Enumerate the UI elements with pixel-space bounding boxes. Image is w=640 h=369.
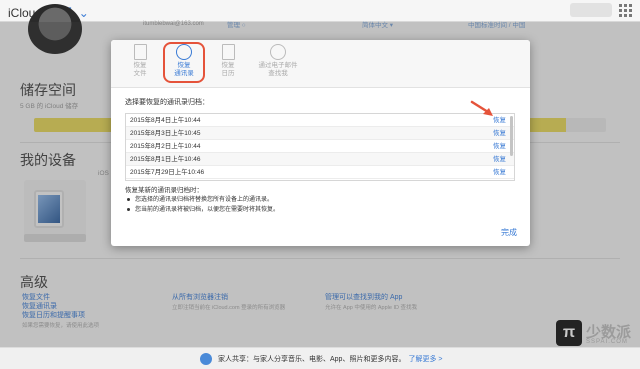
chevron-down-icon[interactable]: ⌄ [79, 6, 89, 20]
top-bar: iCloud 设置 ⌄ [0, 0, 640, 22]
archive-row: 2015年8月1日上午10:46 恢复 [126, 153, 514, 166]
tab-find-by-email[interactable]: 通过电子邮件 查找我 [251, 44, 305, 78]
restore-button[interactable]: 恢复 [493, 127, 506, 140]
calendar-icon [221, 44, 235, 60]
family-sharing-label: 家人共享：与家人分享音乐、电影、App、照片和更多内容。 [218, 356, 406, 363]
app-grid-icon[interactable] [618, 3, 632, 17]
restore-button[interactable]: 恢复 [493, 153, 506, 166]
dialog-prompt: 选择要恢复的通讯录归档： [125, 99, 209, 106]
tab-highlight-ring [163, 42, 205, 83]
account-menu[interactable] [570, 3, 612, 17]
archive-row: 2015年7月29日上午10:46 恢复 [126, 166, 514, 179]
at-sign-icon [270, 44, 286, 60]
archive-list[interactable]: 2015年8月4日上午10:44 恢复 2015年8月3日上午10:45 恢复 20… [125, 113, 515, 181]
footer: 家人共享：与家人分享音乐、电影、App、照片和更多内容。 了解更多 > [0, 347, 640, 369]
note-item: 您选择的通讯录归档将替换您所有设备上的通讯录。 [127, 194, 273, 203]
tab-restore-files[interactable]: 恢复 文件 [115, 44, 165, 78]
tab-restore-calendars[interactable]: 恢复 日历 [203, 44, 253, 78]
list-scrollbar[interactable] [510, 116, 513, 156]
restore-button[interactable]: 恢复 [493, 166, 506, 179]
family-sharing-icon [200, 353, 212, 365]
note-item: 您当前的通讯录将被归档，以便您在需要时将其恢复。 [127, 204, 279, 213]
arrow-annotation-icon [470, 100, 493, 116]
archive-row: 2015年8月2日上午10:44 恢复 [126, 140, 514, 153]
document-icon [133, 44, 147, 60]
archive-row: 2015年8月4日上午10:44 恢复 [126, 114, 514, 127]
dialog-tab-bar: 恢复 文件 恢复 通讯录 恢复 日历 通过电子邮件 查找我 [111, 40, 530, 88]
top-right-controls [570, 3, 632, 17]
restore-contacts-dialog: 恢复 文件 恢复 通讯录 恢复 日历 通过电子邮件 查找我 选择要恢复的通讯录归档： 2… [111, 40, 530, 246]
done-button[interactable]: 完成 [501, 227, 517, 238]
restore-button[interactable]: 恢复 [493, 140, 506, 153]
learn-more-link[interactable]: 了解更多 > [408, 356, 442, 363]
note-title: 恢复某新的通讯录归档时： [125, 187, 203, 194]
archive-row: 2015年8月3日上午10:45 恢复 [126, 127, 514, 140]
family-sharing-text: 家人共享：与家人分享音乐、电影、App、照片和更多内容。 了解更多 > [218, 354, 443, 364]
